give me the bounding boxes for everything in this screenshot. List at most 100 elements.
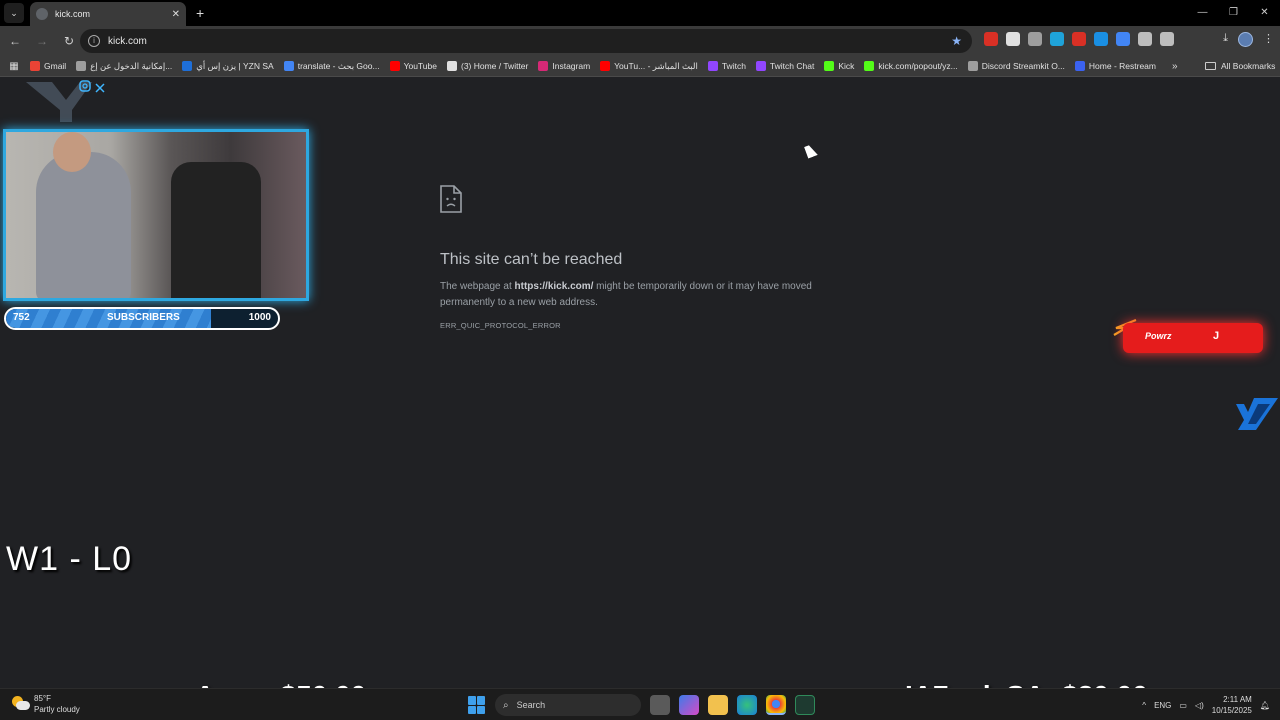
bookmark-item[interactable]: Twitch Chat — [755, 61, 815, 71]
folder-icon — [1205, 62, 1216, 70]
copilot-icon[interactable] — [679, 695, 699, 715]
volume-icon[interactable]: ◁) — [1195, 701, 1204, 710]
task-view-icon[interactable] — [650, 695, 670, 715]
tab-title: kick.com — [55, 9, 91, 19]
win-loss-score: W1 - L0 — [6, 540, 133, 578]
alert-badge-letter: J — [1213, 330, 1220, 342]
extension-icon[interactable] — [1050, 32, 1064, 46]
bookmark-favicon-icon — [600, 61, 611, 71]
bookmarks-more-icon[interactable]: » — [1172, 61, 1178, 72]
extension-icon[interactable] — [984, 32, 998, 46]
address-bar[interactable]: i kick.com ★ — [80, 29, 972, 53]
streamer-figure — [36, 152, 131, 298]
clock-date: 10/15/2025 — [1211, 706, 1252, 715]
bookmarks-bar: ▦ Gmail إمكانية الدخول عن إع... يزن إس أي … — [0, 56, 1280, 77]
back-button[interactable]: ← — [3, 34, 27, 48]
bookmark-item[interactable]: (3) Home / Twitter — [446, 61, 529, 71]
bookmark-favicon-icon — [824, 61, 835, 71]
bookmarks-list: Gmail إمكانية الدخول عن إع... يزن إس أي | … — [30, 61, 1166, 72]
bookmark-label: يزن إس أي | YZN SA — [196, 60, 274, 71]
error-url: https://kick.com/ — [514, 281, 594, 292]
error-page: This site can’t be reached The webpage a… — [440, 185, 840, 330]
bookmark-label: translate - بحث Goo... — [297, 60, 380, 71]
bookmark-item[interactable]: Gmail — [30, 61, 66, 71]
apps-icon[interactable]: ▦ — [4, 61, 24, 72]
tray-chevron-icon[interactable]: ^ — [1142, 701, 1146, 710]
bookmark-label: إمكانية الدخول عن إع... — [90, 60, 173, 71]
extension-icon[interactable] — [1028, 32, 1042, 46]
error-title: This site can’t be reached — [440, 251, 623, 268]
download-icon[interactable]: ⤓ — [1223, 32, 1228, 47]
bookmark-label: Home - Restream — [1088, 61, 1156, 71]
bookmark-favicon-icon — [707, 61, 718, 71]
bookmark-favicon-icon — [283, 61, 294, 71]
taskbar: 85°F Partly cloudy ⌕ Search ^ ENG ▭ ◁) 2… — [0, 688, 1280, 720]
sad-page-icon — [440, 185, 462, 213]
profile-avatar[interactable] — [1238, 32, 1253, 47]
extension-icon[interactable] — [1006, 32, 1020, 46]
bookmark-item[interactable]: Twitch — [707, 61, 746, 71]
bookmark-item[interactable]: يزن إس أي | YZN SA — [182, 60, 274, 72]
file-explorer-icon[interactable] — [708, 695, 728, 715]
error-message: The webpage at https://kick.com/ might b… — [440, 279, 840, 311]
minimize-button[interactable]: — — [1187, 0, 1218, 26]
bookmark-favicon-icon — [446, 61, 457, 71]
tab-search-button[interactable]: ⌄ — [4, 3, 24, 23]
bookmark-label: (3) Home / Twitter — [460, 61, 529, 71]
tab-close-icon[interactable]: ✕ — [172, 9, 180, 20]
extension-icon[interactable] — [1160, 32, 1174, 46]
extension-icon[interactable] — [1138, 32, 1152, 46]
weather-widget[interactable]: 85°F Partly cloudy — [12, 693, 80, 715]
bookmark-favicon-icon — [76, 61, 87, 71]
all-bookmarks-button[interactable]: All Bookmarks — [1205, 61, 1275, 71]
bookmark-item[interactable]: Instagram — [538, 61, 590, 71]
bookmark-item[interactable]: kick.com/popout/yz... — [864, 61, 958, 71]
alert-badge: Powrz J — [1123, 323, 1263, 353]
extension-icon[interactable] — [1116, 32, 1130, 46]
error-code: ERR_QUIC_PROTOCOL_ERROR — [440, 321, 561, 330]
network-icon[interactable]: ▭ — [1179, 701, 1187, 710]
bookmark-item[interactable]: Kick — [824, 61, 854, 71]
taskbar-search[interactable]: ⌕ Search — [495, 694, 641, 716]
bookmark-label: Twitch Chat — [769, 61, 815, 71]
bookmark-item[interactable]: translate - بحث Goo... — [283, 60, 380, 72]
notification-bell-icon[interactable]: 🔔︎ — [1260, 701, 1270, 710]
toolbar-right: ⤓ ⋮ — [1223, 32, 1274, 47]
bookmark-favicon-icon — [389, 61, 400, 71]
forward-button[interactable]: → — [30, 34, 54, 48]
close-window-button[interactable]: ✕ — [1249, 0, 1280, 26]
bookmark-favicon-icon — [755, 61, 766, 71]
subscriber-count: 752 — [13, 312, 30, 323]
subscriber-goal-bar: 752 SUBSCRIBERS 1000 — [4, 307, 280, 330]
yz-logo-icon — [1236, 398, 1278, 430]
site-info-icon[interactable]: i — [88, 35, 100, 47]
bookmark-item[interactable]: YouTube — [389, 61, 437, 71]
bookmark-star-icon[interactable]: ★ — [951, 34, 962, 48]
language-indicator[interactable]: ENG — [1154, 701, 1171, 710]
bookmark-item[interactable]: إمكانية الدخول عن إع... — [76, 61, 172, 72]
chrome-icon[interactable] — [766, 695, 786, 715]
subscriber-label: SUBSCRIBERS — [107, 312, 180, 323]
bookmark-favicon-icon — [864, 61, 875, 71]
bookmark-label: Gmail — [44, 61, 67, 71]
bookmark-label: Twitch — [721, 61, 746, 71]
bookmark-item[interactable]: YouTu... - البث المباشر — [600, 61, 698, 72]
maximize-button[interactable]: ❐ — [1218, 0, 1249, 26]
bookmark-item[interactable]: Home - Restream — [1074, 61, 1156, 71]
globe-icon — [36, 8, 48, 20]
extension-icon[interactable] — [1072, 32, 1086, 46]
weather-condition: Partly cloudy — [34, 705, 80, 714]
webcam-overlay — [3, 129, 309, 301]
start-button[interactable] — [468, 696, 486, 714]
bookmark-item[interactable]: Discord Streamkit O... — [967, 61, 1065, 71]
edge-icon[interactable] — [737, 695, 757, 715]
search-icon: ⌕ — [503, 699, 509, 711]
menu-icon[interactable]: ⋮ — [1263, 32, 1274, 47]
search-label: Search — [516, 700, 546, 710]
reload-button[interactable]: ↻ — [57, 34, 81, 48]
tab-kick[interactable]: kick.com ✕ — [30, 2, 186, 26]
clock[interactable]: 2:11 AM 10/15/2025 — [1212, 694, 1252, 716]
new-tab-button[interactable]: + — [196, 5, 204, 21]
app-icon[interactable] — [795, 695, 815, 715]
extension-icon[interactable] — [1094, 32, 1108, 46]
